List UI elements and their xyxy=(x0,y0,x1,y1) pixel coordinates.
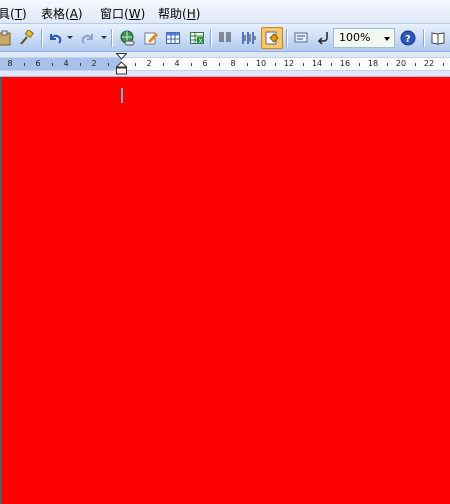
ruler-tick xyxy=(275,63,276,66)
ruler-label: 8 xyxy=(7,59,13,68)
ruler-label: 2 xyxy=(91,59,97,68)
toolbar-separator xyxy=(423,29,424,47)
menu-tools-accel: T xyxy=(14,7,23,21)
menu-window-label: 窗口 xyxy=(100,7,125,21)
show-formatting-button[interactable] xyxy=(238,27,260,49)
ruler-label: 12 xyxy=(283,59,295,68)
columns-icon xyxy=(219,32,231,42)
read-button[interactable] xyxy=(290,27,312,49)
menu-window[interactable]: 窗口(W) xyxy=(100,5,145,22)
paste-icon xyxy=(0,30,11,46)
svg-text:X: X xyxy=(199,38,203,45)
ruler-tick xyxy=(163,63,164,66)
ruler-tick xyxy=(24,63,25,66)
ruler-tick xyxy=(359,63,360,66)
redo-button[interactable] xyxy=(77,27,99,49)
redo-icon xyxy=(81,34,93,44)
ruler-label: 16 xyxy=(339,59,351,68)
horizontal-ruler[interactable]: 8 6 4 2 2 4 6 8 10 12 14 16 18 20 22 xyxy=(0,52,450,77)
ruler-tick xyxy=(387,63,388,66)
indent-marker-icon[interactable] xyxy=(116,53,127,75)
insert-excel-button[interactable]: X xyxy=(186,27,208,49)
insert-excel-icon: X xyxy=(190,32,204,45)
ruler-label: 4 xyxy=(174,59,180,68)
ruler-label: 6 xyxy=(35,59,41,68)
toolbar-separator xyxy=(210,29,211,47)
ruler-label: 2 xyxy=(146,59,152,68)
menu-tools-label: 具 xyxy=(0,7,11,21)
book-icon xyxy=(431,32,445,45)
ruler-label: 10 xyxy=(255,59,267,68)
undo-icon xyxy=(50,34,62,44)
chevron-down-icon[interactable] xyxy=(384,37,390,41)
help-button[interactable]: ? xyxy=(397,27,419,49)
menu-help-label: 帮助 xyxy=(158,7,183,21)
read-icon xyxy=(294,32,308,43)
word-window: 具(T) 表格(A) 窗口(W) 帮助(H) X 100% ? 8 6 4 2 … xyxy=(0,0,450,504)
menu-bar: 具(T) 表格(A) 窗口(W) 帮助(H) xyxy=(0,0,450,24)
ruler-label: 8 xyxy=(230,59,236,68)
reading-mode-button[interactable] xyxy=(313,27,335,49)
paste-button[interactable] xyxy=(0,27,16,49)
drawing-button[interactable] xyxy=(140,27,162,49)
ruler-tick xyxy=(135,63,136,66)
columns-button[interactable] xyxy=(214,27,236,49)
menu-table[interactable]: 表格(A) xyxy=(41,5,83,22)
ruler-tick xyxy=(247,63,248,66)
insert-table-icon xyxy=(166,32,180,44)
show-formatting-icon xyxy=(242,32,256,44)
format-painter-icon xyxy=(20,30,34,45)
ruler-tick xyxy=(80,63,81,66)
ruler-tick xyxy=(108,63,109,66)
document-left-edge xyxy=(0,77,2,504)
menu-table-label: 表格 xyxy=(41,7,66,21)
undo-dropdown-arrow[interactable] xyxy=(67,36,73,39)
drawing-icon xyxy=(144,32,159,45)
undo-button[interactable] xyxy=(44,27,66,49)
redo-dropdown-arrow[interactable] xyxy=(101,36,107,39)
text-cursor xyxy=(121,88,123,103)
toolbar-separator xyxy=(41,29,42,47)
format-painter-button[interactable] xyxy=(15,27,37,49)
ruler-label: 22 xyxy=(423,59,435,68)
standard-toolbar: X 100% ? xyxy=(0,24,450,52)
menu-help-accel: H xyxy=(186,7,196,21)
ruler-tick xyxy=(303,63,304,66)
hyperlink-icon xyxy=(120,30,135,46)
ruler-tick xyxy=(331,63,332,66)
toolbar-separator xyxy=(111,29,112,47)
zoom-select[interactable]: 100% xyxy=(333,28,395,48)
help-icon: ? xyxy=(400,30,416,46)
ruler-label: 6 xyxy=(202,59,208,68)
ruler-tick xyxy=(415,63,416,66)
insert-table-button[interactable] xyxy=(162,27,184,49)
ruler-tick xyxy=(219,63,220,66)
book-button[interactable] xyxy=(428,27,450,49)
reading-mode-icon xyxy=(317,32,328,45)
menu-tools[interactable]: 具(T) xyxy=(0,5,27,22)
zoom-value: 100% xyxy=(339,31,371,44)
svg-text:?: ? xyxy=(405,34,411,45)
menu-table-accel: A xyxy=(69,7,78,21)
menu-window-accel: W xyxy=(128,7,141,21)
ruler-track: 8 6 4 2 2 4 6 8 10 12 14 16 18 20 22 xyxy=(0,57,450,71)
ruler-tick xyxy=(52,63,53,66)
ruler-tick xyxy=(443,63,444,66)
toolbar-separator xyxy=(286,29,287,47)
ruler-label: 14 xyxy=(311,59,323,68)
document-map-icon xyxy=(265,31,279,45)
hyperlink-button[interactable] xyxy=(116,27,138,49)
ruler-tick xyxy=(191,63,192,66)
menu-help[interactable]: 帮助(H) xyxy=(158,5,200,22)
ruler-label: 4 xyxy=(63,59,69,68)
ruler-label: 20 xyxy=(395,59,407,68)
document-map-button[interactable] xyxy=(261,27,283,49)
ruler-label: 18 xyxy=(367,59,379,68)
